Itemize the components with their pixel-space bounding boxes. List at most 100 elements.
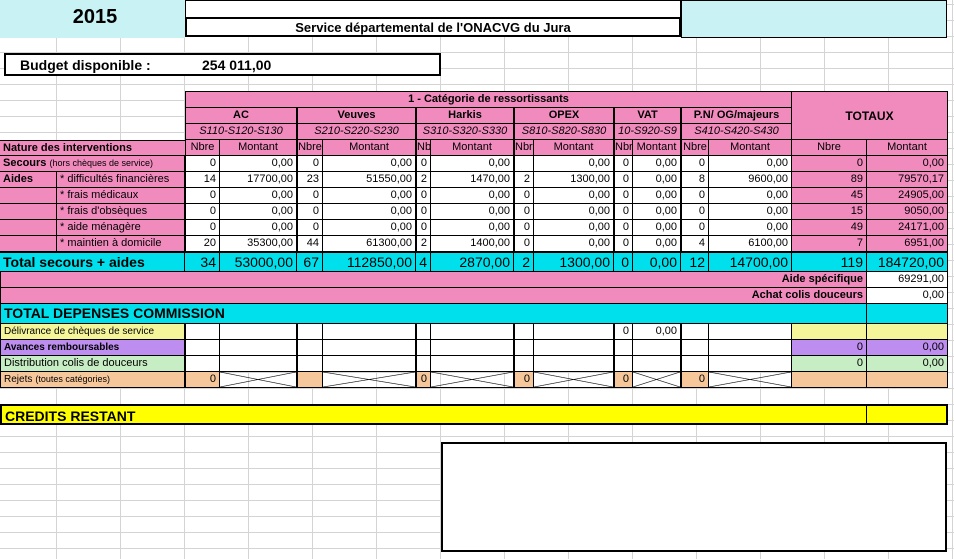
aide-4-montant-2[interactable]: 1400,00 <box>431 236 514 252</box>
aide-0-montant-0[interactable]: 17700,00 <box>220 172 297 188</box>
aide-2-nbre-1[interactable]: 0 <box>297 204 323 220</box>
aide-2-montant-1[interactable]: 0,00 <box>323 204 416 220</box>
aide-0-nbre-2[interactable]: 2 <box>416 172 431 188</box>
aide-1-total-montant[interactable]: 24905,00 <box>867 188 948 204</box>
total-montant-2[interactable]: 2870,00 <box>431 252 514 272</box>
aide-3-montant-2[interactable]: 0,00 <box>431 220 514 236</box>
total-montant-3[interactable]: 1300,00 <box>534 252 614 272</box>
aide-0-nbre-5[interactable]: 8 <box>681 172 709 188</box>
aide-0-montant-2[interactable]: 1470,00 <box>431 172 514 188</box>
grand-total-nbre[interactable]: 119 <box>792 252 867 272</box>
aide-0-montant-5[interactable]: 9600,00 <box>709 172 792 188</box>
aide-4-nbre-3[interactable]: 0 <box>514 236 534 252</box>
secours-montant-2[interactable]: 0,00 <box>431 156 514 172</box>
delivrance-total-nbre[interactable] <box>792 324 867 340</box>
aide-3-montant-3[interactable]: 0,00 <box>534 220 614 236</box>
delivrance-total-montant[interactable] <box>867 324 948 340</box>
distribution-nbre-4[interactable] <box>614 356 633 372</box>
distribution-nbre-2[interactable] <box>416 356 431 372</box>
secours-nbre-3[interactable] <box>514 156 534 172</box>
distribution-nbre-3[interactable] <box>514 356 534 372</box>
credits-restant-value[interactable] <box>867 404 948 425</box>
title-top-cell[interactable] <box>185 0 681 17</box>
distribution-montant-1[interactable] <box>323 356 416 372</box>
delivrance-montant-2[interactable] <box>431 324 514 340</box>
avances-nbre-0[interactable] <box>185 340 220 356</box>
aide-0-nbre-3[interactable]: 2 <box>514 172 534 188</box>
aide-4-montant-4[interactable]: 0,00 <box>633 236 681 252</box>
aide-1-montant-1[interactable]: 0,00 <box>323 188 416 204</box>
rejets-montant-1[interactable] <box>323 372 416 388</box>
avances-total-nbre[interactable]: 0 <box>792 340 867 356</box>
aide-4-nbre-4[interactable]: 0 <box>614 236 633 252</box>
total-montant-5[interactable]: 14700,00 <box>709 252 792 272</box>
avances-total-montant[interactable]: 0,00 <box>867 340 948 356</box>
aide-specifique-value[interactable]: 69291,00 <box>867 272 948 288</box>
secours-montant-1[interactable]: 0,00 <box>323 156 416 172</box>
aide-1-montant-2[interactable]: 0,00 <box>431 188 514 204</box>
aide-0-nbre-4[interactable]: 0 <box>614 172 633 188</box>
aide-0-nbre-0[interactable]: 14 <box>185 172 220 188</box>
avances-nbre-3[interactable] <box>514 340 534 356</box>
aide-0-total-nbre[interactable]: 89 <box>792 172 867 188</box>
aide-4-nbre-2[interactable]: 2 <box>416 236 431 252</box>
aide-2-montant-0[interactable]: 0,00 <box>220 204 297 220</box>
total-montant-1[interactable]: 112850,00 <box>323 252 416 272</box>
delivrance-montant-0[interactable] <box>220 324 297 340</box>
aide-0-montant-1[interactable]: 51550,00 <box>323 172 416 188</box>
distribution-montant-3[interactable] <box>534 356 614 372</box>
avances-montant-4[interactable] <box>633 340 681 356</box>
distribution-nbre-5[interactable] <box>681 356 709 372</box>
avances-nbre-4[interactable] <box>614 340 633 356</box>
aide-1-nbre-3[interactable]: 0 <box>514 188 534 204</box>
aide-1-montant-4[interactable]: 0,00 <box>633 188 681 204</box>
delivrance-nbre-4[interactable]: 0 <box>614 324 633 340</box>
delivrance-montant-4[interactable]: 0,00 <box>633 324 681 340</box>
secours-nbre-4[interactable]: 0 <box>614 156 633 172</box>
aide-4-montant-3[interactable]: 0,00 <box>534 236 614 252</box>
aide-3-total-nbre[interactable]: 49 <box>792 220 867 236</box>
aide-2-nbre-0[interactable]: 0 <box>185 204 220 220</box>
rejets-nbre-1[interactable] <box>297 372 323 388</box>
total-depenses-value[interactable] <box>867 304 948 324</box>
avances-nbre-5[interactable] <box>681 340 709 356</box>
aide-4-montant-5[interactable]: 6100,00 <box>709 236 792 252</box>
avances-montant-3[interactable] <box>534 340 614 356</box>
aide-3-montant-0[interactable]: 0,00 <box>220 220 297 236</box>
secours-nbre-5[interactable]: 0 <box>681 156 709 172</box>
aide-1-montant-0[interactable]: 0,00 <box>220 188 297 204</box>
aide-2-nbre-3[interactable]: 0 <box>514 204 534 220</box>
avances-nbre-2[interactable] <box>416 340 431 356</box>
aide-0-montant-3[interactable]: 1300,00 <box>534 172 614 188</box>
comment-box[interactable] <box>441 442 947 552</box>
aide-0-nbre-1[interactable]: 23 <box>297 172 323 188</box>
aide-4-nbre-0[interactable]: 20 <box>185 236 220 252</box>
delivrance-nbre-2[interactable] <box>416 324 431 340</box>
aide-4-nbre-5[interactable]: 4 <box>681 236 709 252</box>
secours-montant-0[interactable]: 0,00 <box>220 156 297 172</box>
delivrance-nbre-1[interactable] <box>297 324 323 340</box>
aide-1-nbre-1[interactable]: 0 <box>297 188 323 204</box>
aide-2-montant-5[interactable]: 0,00 <box>709 204 792 220</box>
aide-4-total-montant[interactable]: 6951,00 <box>867 236 948 252</box>
top-right-cell[interactable] <box>681 0 947 38</box>
aide-3-montant-4[interactable]: 0,00 <box>633 220 681 236</box>
aide-2-nbre-4[interactable]: 0 <box>614 204 633 220</box>
distribution-total-montant[interactable]: 0,00 <box>867 356 948 372</box>
aide-1-nbre-4[interactable]: 0 <box>614 188 633 204</box>
delivrance-montant-1[interactable] <box>323 324 416 340</box>
distribution-montant-0[interactable] <box>220 356 297 372</box>
total-montant-0[interactable]: 53000,00 <box>220 252 297 272</box>
secours-total-nbre[interactable]: 0 <box>792 156 867 172</box>
aide-3-nbre-4[interactable]: 0 <box>614 220 633 236</box>
aide-1-montant-5[interactable]: 0,00 <box>709 188 792 204</box>
total-nbre-0[interactable]: 34 <box>185 252 220 272</box>
rejets-montant-2[interactable] <box>431 372 514 388</box>
delivrance-montant-5[interactable] <box>709 324 792 340</box>
rejets-nbre-4[interactable]: 0 <box>614 372 633 388</box>
distribution-total-nbre[interactable]: 0 <box>792 356 867 372</box>
avances-montant-0[interactable] <box>220 340 297 356</box>
secours-montant-5[interactable]: 0,00 <box>709 156 792 172</box>
aide-3-total-montant[interactable]: 24171,00 <box>867 220 948 236</box>
rejets-total-montant[interactable] <box>867 372 948 388</box>
